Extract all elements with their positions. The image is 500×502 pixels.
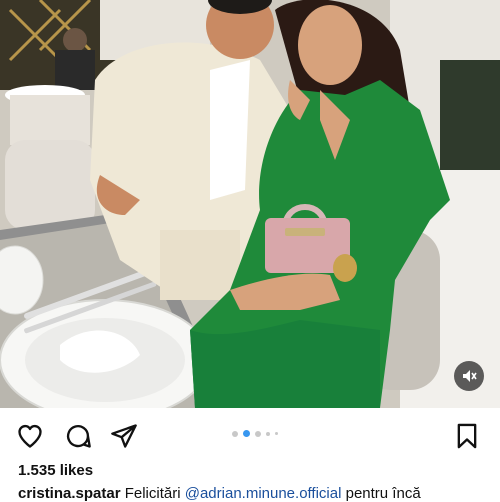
caption-username[interactable]: cristina.spatar (18, 485, 121, 502)
carousel-dot-active (243, 430, 250, 437)
post-photo[interactable] (0, 0, 500, 408)
caption-mention[interactable]: @adrian.minune.official (185, 485, 342, 502)
mute-button[interactable] (454, 361, 484, 391)
bookmark-icon[interactable] (453, 422, 481, 450)
post-photo-art (0, 0, 500, 408)
caption-text-continued: pentru încă (345, 485, 421, 502)
share-icon[interactable] (110, 422, 138, 450)
caption-text: Felicitări (124, 485, 181, 502)
speaker-muted-icon (463, 370, 477, 382)
heart-icon[interactable] (16, 422, 44, 450)
carousel-dot (266, 431, 270, 436)
comment-icon[interactable] (64, 422, 92, 450)
carousel-indicator (232, 430, 278, 437)
carousel-dot (255, 430, 261, 437)
carousel-dot (232, 430, 238, 437)
carousel-dot (275, 432, 278, 435)
post-caption: cristina.spatar Felicitări @adrian.minun… (18, 485, 498, 502)
likes-count[interactable]: 1.535 likes (18, 462, 93, 479)
